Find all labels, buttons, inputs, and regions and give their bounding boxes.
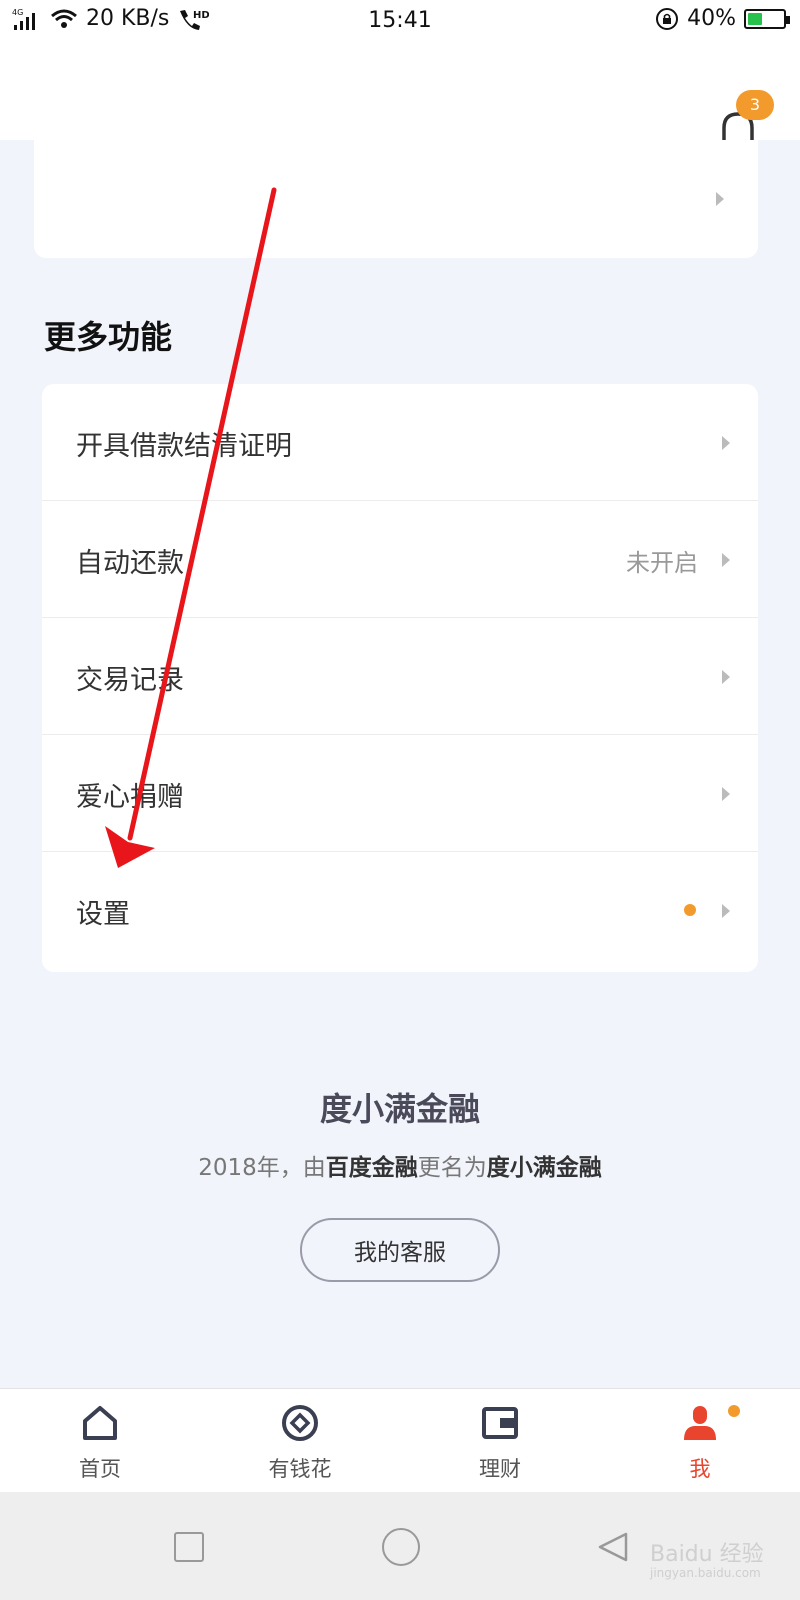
brand-old-name: 百度金融 (325, 1155, 418, 1181)
watermark: Baidu 经验 (650, 1542, 764, 1567)
tab-home[interactable]: 首页 (0, 1389, 200, 1493)
tab-label: 有钱花 (268, 1457, 332, 1481)
menu-item-transactions[interactable]: 交易记录 (42, 618, 758, 735)
menu-item-label: 自动还款 (76, 548, 184, 579)
tab-youqianhua[interactable]: 有钱花 (200, 1389, 400, 1493)
home-button[interactable] (382, 1528, 420, 1566)
chevron-right-icon (722, 904, 732, 918)
chevron-right-icon (722, 436, 732, 450)
battery-icon (744, 8, 790, 29)
menu-item-label: 爱心捐赠 (76, 782, 184, 813)
menu-item-label: 设置 (76, 899, 130, 930)
menu-item-donation[interactable]: 爱心捐赠 (42, 735, 758, 852)
brand-sub-prefix: 2018年，由 (198, 1155, 326, 1181)
status-right: 40% (655, 6, 790, 31)
auto-repay-status: 未开启 (626, 549, 698, 577)
brand-new-name: 度小满金融 (486, 1155, 602, 1181)
menu-item-settings[interactable]: 设置 (42, 852, 758, 969)
new-indicator-dot (684, 904, 696, 916)
back-triangle-icon[interactable] (596, 1530, 630, 1564)
brand-sub-mid: 更名为 (417, 1155, 487, 1181)
brand-subtitle: 2018年，由百度金融更名为度小满金融 (0, 1148, 800, 1182)
tab-label: 理财 (479, 1457, 521, 1481)
battery-percent: 40% (687, 6, 736, 31)
home-icon (83, 1406, 117, 1440)
menu-item-label: 交易记录 (76, 665, 184, 696)
coin-icon (282, 1405, 318, 1441)
notification-badge: 3 (736, 90, 774, 120)
customer-service-button[interactable]: 我的客服 (300, 1218, 500, 1282)
chevron-right-icon (722, 787, 732, 801)
wallet-icon (482, 1407, 518, 1439)
status-bar: 4G 20 KB/s HD 15:41 40% (0, 0, 800, 40)
menu-item-loan-certificate[interactable]: 开具借款结清证明 (42, 384, 758, 501)
user-icon (684, 1406, 716, 1440)
more-features-menu: 开具借款结清证明 自动还款 未开启 交易记录 爱心捐赠 设置 (42, 384, 758, 972)
chevron-right-icon (722, 553, 732, 567)
tab-wealth[interactable]: 理财 (400, 1389, 600, 1493)
menu-item-label: 开具借款结清证明 (76, 431, 292, 462)
chevron-right-icon (716, 192, 726, 206)
system-nav-bar: Baidu 经验 jingyan.baidu.com (0, 1492, 800, 1600)
chevron-right-icon (722, 670, 732, 684)
header: 3 (0, 40, 800, 153)
tab-label: 我 (689, 1457, 711, 1481)
bottom-tab-bar: 首页 有钱花 理财 我 (0, 1388, 800, 1492)
watermark-url: jingyan.baidu.com (650, 1566, 761, 1580)
menu-item-auto-repay[interactable]: 自动还款 未开启 (42, 501, 758, 618)
section-title: 更多功能 (44, 318, 173, 356)
battery-fill (748, 12, 762, 25)
rotation-lock-icon (656, 7, 679, 30)
top-card[interactable] (34, 140, 758, 258)
tab-me[interactable]: 我 (600, 1389, 800, 1493)
recents-button[interactable] (174, 1532, 204, 1562)
new-indicator-dot (728, 1405, 740, 1417)
brand-title: 度小满金融 (319, 1090, 480, 1128)
tab-label: 首页 (79, 1457, 121, 1481)
